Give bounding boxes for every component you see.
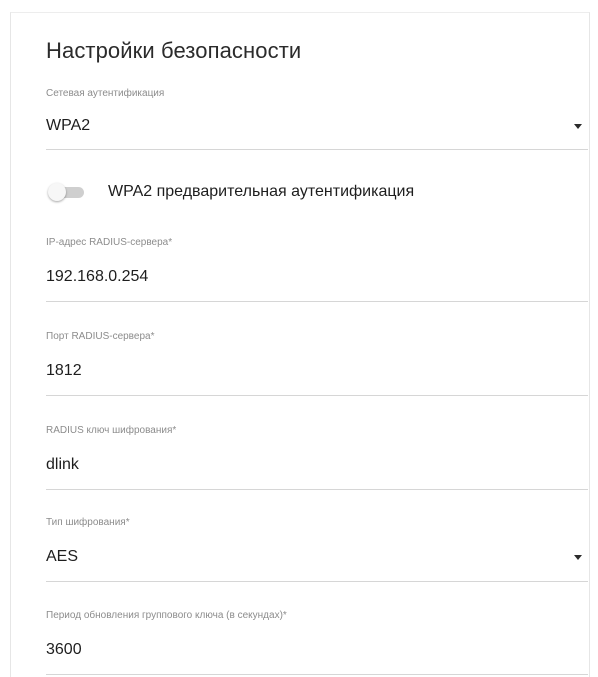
encryption-select[interactable]: Тип шифрования* AES (46, 517, 588, 582)
radius-ip-field[interactable]: IP-адрес RADIUS-сервера* 192.168.0.254 (46, 237, 588, 302)
group-key-label: Период обновления группового ключа (в се… (46, 610, 287, 621)
auth-underline (46, 149, 588, 150)
group-key-value: 3600 (46, 641, 82, 658)
group-key-underline (46, 674, 588, 675)
radius-port-field[interactable]: Порт RADIUS-сервера* 1812 (46, 331, 588, 396)
preauth-row: WPA2 предварительная аутентификация (46, 180, 566, 204)
radius-key-field[interactable]: RADIUS ключ шифрования* dlink (46, 425, 588, 490)
preauth-toggle[interactable] (46, 183, 86, 201)
radius-port-underline (46, 395, 588, 396)
group-key-field[interactable]: Период обновления группового ключа (в се… (46, 610, 588, 675)
radius-ip-value: 192.168.0.254 (46, 268, 149, 285)
auth-value: WPA2 (46, 117, 91, 134)
radius-ip-label: IP-адрес RADIUS-сервера* (46, 237, 173, 248)
section-title: Настройки безопасности (46, 38, 302, 63)
radius-key-value: dlink (46, 456, 79, 473)
encryption-label: Тип шифрования* (46, 517, 130, 528)
encryption-underline (46, 581, 588, 582)
chevron-down-icon (574, 555, 582, 560)
page: Настройки безопасности Сетевая аутентифи… (0, 0, 598, 677)
radius-port-value: 1812 (46, 362, 82, 379)
toggle-knob (48, 183, 66, 201)
encryption-value: AES (46, 548, 79, 565)
radius-key-label: RADIUS ключ шифрования* (46, 425, 177, 436)
auth-label: Сетевая аутентификация (46, 88, 165, 99)
radius-key-underline (46, 489, 588, 490)
auth-select[interactable]: Сетевая аутентификация WPA2 (46, 88, 588, 150)
chevron-down-icon (574, 124, 582, 129)
preauth-label: WPA2 предварительная аутентификация (108, 183, 415, 200)
radius-ip-underline (46, 301, 588, 302)
radius-port-label: Порт RADIUS-сервера* (46, 331, 155, 342)
